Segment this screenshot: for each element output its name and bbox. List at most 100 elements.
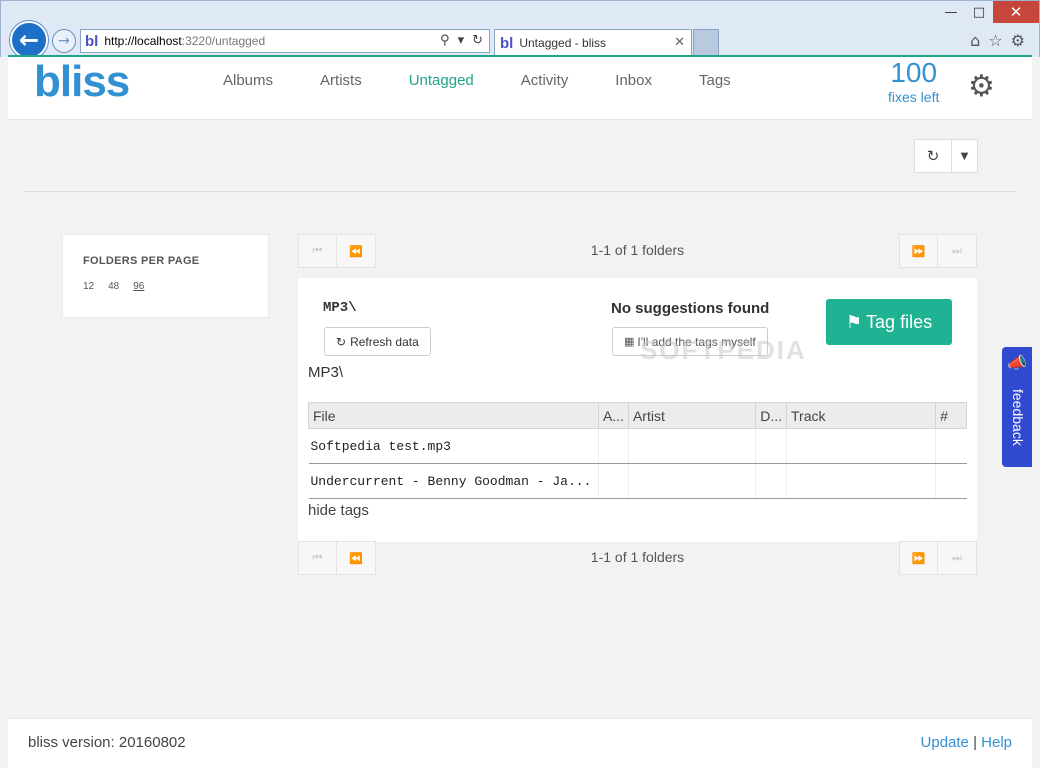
- folder-card: MP3\ ↻ Refresh data No suggestions found…: [298, 278, 977, 542]
- page-size-96[interactable]: 96: [133, 281, 144, 292]
- app-page: bliss Albums Artists Untagged Activity I…: [8, 55, 1032, 768]
- footer: bliss version: 20160802 Update | Help: [8, 718, 1032, 768]
- address-bar[interactable]: bl http://localhost:3220/untagged ⚲ ▾ ↻: [80, 29, 490, 53]
- number-cell[interactable]: [935, 463, 967, 499]
- table-row[interactable]: Softpedia test.mp3: [308, 428, 967, 464]
- tab-title: Untagged - bliss: [519, 36, 607, 50]
- no-suggestions-text: No suggestions found: [611, 300, 770, 317]
- file-cell: Undercurrent - Benny Goodman - Ja...: [308, 463, 599, 499]
- forward-arrow-icon[interactable]: →: [52, 29, 76, 53]
- footer-links: Update | Help: [921, 734, 1012, 751]
- track-cell[interactable]: [785, 463, 936, 499]
- top-actions: ↻ ▼: [914, 139, 978, 173]
- window-controls: — □ ✕: [937, 1, 1039, 23]
- fixes-counter[interactable]: 100 fixes left: [888, 57, 939, 105]
- url-host: http://localhost: [104, 34, 182, 48]
- star-icon[interactable]: ☆: [988, 31, 1002, 50]
- chevron-down-icon[interactable]: ▼: [952, 139, 978, 173]
- page-size-12[interactable]: 12: [83, 281, 94, 292]
- album-cell[interactable]: [597, 463, 629, 499]
- refresh-icon[interactable]: ↻: [472, 33, 483, 48]
- minimize-icon[interactable]: —: [937, 1, 965, 23]
- tag-files-button[interactable]: ⚑ Tag files: [826, 299, 952, 345]
- number-cell[interactable]: [935, 428, 967, 464]
- next-page-icon[interactable]: ⏩: [899, 541, 938, 575]
- table-row[interactable]: Undercurrent - Benny Goodman - Ja...: [308, 463, 967, 499]
- pager-text: 1-1 of 1 folders: [590, 242, 685, 258]
- tab-close-icon[interactable]: ✕: [674, 35, 685, 50]
- home-icon[interactable]: ⌂: [970, 31, 980, 50]
- close-window-icon[interactable]: ✕: [993, 1, 1039, 23]
- next-page-icon[interactable]: ⏩: [899, 234, 938, 268]
- pager-bottom: 1-1 of 1 folders ⏮ ⏪ ⏩ ⏭: [298, 541, 977, 575]
- tags-icon: ⚑: [845, 311, 863, 333]
- divider: [24, 191, 1016, 192]
- nav-albums[interactable]: Albums: [223, 72, 273, 89]
- track-cell[interactable]: [785, 428, 936, 464]
- chevron-down-icon[interactable]: ▾: [458, 33, 465, 48]
- refresh-icon[interactable]: ↻: [914, 139, 952, 173]
- site-favicon: bl: [85, 32, 99, 50]
- files-table: File A... Artist D... Track # Softpedia …: [308, 402, 967, 499]
- softpedia-watermark: SOFTPEDIA: [640, 335, 807, 365]
- artist-cell[interactable]: [627, 428, 756, 464]
- url-path: :3220/untagged: [181, 34, 266, 48]
- settings-gear-icon[interactable]: ⚙: [968, 69, 995, 104]
- last-page-icon[interactable]: ⏭: [938, 541, 977, 575]
- last-page-icon[interactable]: ⏭: [938, 234, 977, 268]
- nav-untagged[interactable]: Untagged: [409, 72, 474, 89]
- refresh-data-button[interactable]: ↻ Refresh data: [324, 327, 431, 356]
- first-page-icon[interactable]: ⏮: [298, 541, 337, 575]
- fixes-count: 100: [890, 57, 938, 88]
- col-album[interactable]: A...: [597, 402, 629, 429]
- hide-tags-link[interactable]: hide tags: [308, 502, 369, 519]
- version-text: bliss version: 20160802: [28, 734, 186, 751]
- table-icon: ▦: [624, 335, 635, 348]
- update-link[interactable]: Update: [921, 734, 969, 751]
- nav-artists[interactable]: Artists: [320, 72, 362, 89]
- page-size-options: 12 48 96: [83, 281, 248, 292]
- prev-page-icon[interactable]: ⏪: [337, 234, 376, 268]
- help-link[interactable]: Help: [981, 734, 1012, 751]
- pager-left: ⏮ ⏪: [298, 541, 376, 575]
- browser-chrome: — □ ✕ ← → bl http://localhost:3220/untag…: [0, 0, 1040, 59]
- footer-separator: |: [968, 734, 982, 751]
- page-size-48[interactable]: 48: [108, 281, 119, 292]
- refresh-icon: ↻: [336, 334, 347, 349]
- col-track[interactable]: Track: [785, 402, 937, 429]
- maximize-icon[interactable]: □: [965, 1, 993, 23]
- col-date[interactable]: D...: [755, 402, 787, 429]
- album-cell[interactable]: [597, 428, 629, 464]
- nav-inbox[interactable]: Inbox: [615, 72, 652, 89]
- col-file[interactable]: File: [308, 402, 599, 429]
- prev-page-icon[interactable]: ⏪: [337, 541, 376, 575]
- new-tab-button[interactable]: [693, 29, 719, 56]
- col-artist[interactable]: Artist: [627, 402, 757, 429]
- search-icon[interactable]: ⚲: [440, 33, 450, 48]
- pager-top: 1-1 of 1 folders ⏮ ⏪ ⏩ ⏭: [298, 234, 977, 268]
- nav-activity[interactable]: Activity: [521, 72, 569, 89]
- feedback-label: feedback: [1010, 389, 1026, 446]
- panel-title: FOLDERS PER PAGE: [83, 255, 200, 267]
- date-cell[interactable]: [755, 428, 787, 464]
- date-cell[interactable]: [755, 463, 787, 499]
- app-header: bliss Albums Artists Untagged Activity I…: [8, 57, 1032, 120]
- table-header-row: File A... Artist D... Track #: [308, 402, 967, 429]
- refresh-data-label: Refresh data: [350, 334, 419, 349]
- bliss-logo[interactable]: bliss: [34, 57, 130, 107]
- col-number[interactable]: #: [935, 402, 967, 429]
- pager-right: ⏩ ⏭: [899, 541, 977, 575]
- nav-tags[interactable]: Tags: [699, 72, 731, 89]
- browser-toolbar-icons: ⌂ ☆ ⚙: [970, 31, 1025, 50]
- browser-tab[interactable]: bl Untagged - bliss ✕: [494, 29, 692, 56]
- feedback-tab[interactable]: 📣 feedback: [1002, 347, 1032, 467]
- megaphone-icon: 📣: [1007, 353, 1027, 372]
- artist-cell[interactable]: [627, 463, 756, 499]
- pager-left: ⏮ ⏪: [298, 234, 376, 268]
- gear-icon[interactable]: ⚙: [1011, 31, 1025, 50]
- folder-name: MP3\: [323, 300, 357, 316]
- tab-favicon: bl: [500, 34, 514, 52]
- back-arrow-icon[interactable]: ←: [10, 21, 48, 59]
- address-bar-icons: ⚲ ▾ ↻: [440, 33, 483, 48]
- first-page-icon[interactable]: ⏮: [298, 234, 337, 268]
